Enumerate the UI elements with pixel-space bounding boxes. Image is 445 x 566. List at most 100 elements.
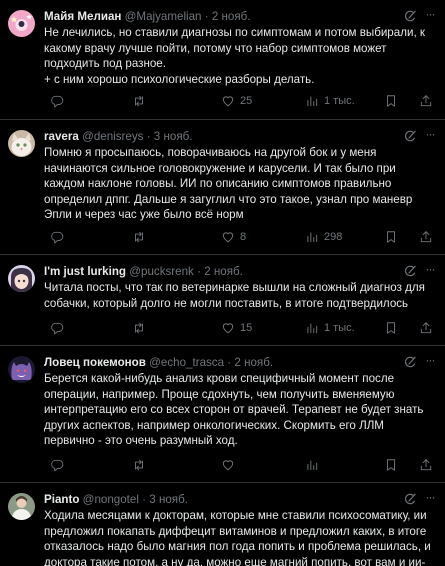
reply-icon [50,94,64,108]
like-button[interactable]: 15 [221,320,252,336]
bookmark-button[interactable] [384,320,398,336]
share-button[interactable] [419,457,433,473]
retweet-icon [132,458,146,472]
reply-icon [50,321,64,335]
like-icon [221,321,235,335]
avatar[interactable] [8,493,35,520]
username[interactable]: @nongotel [83,493,139,506]
avatar[interactable] [8,130,35,157]
like-count: 8 [240,231,247,243]
reply-icon [50,458,64,472]
reply-button[interactable] [50,93,69,109]
retweet-button[interactable] [132,229,151,245]
avatar[interactable] [8,265,35,292]
like-icon [221,94,235,108]
share-icon [419,458,433,472]
tweet[interactable]: Pianto @nongotel · 3 нояб. ··· Ходила ме… [0,483,445,566]
share-icon [419,94,433,108]
timestamp[interactable]: 3 нояб. [149,493,188,506]
display-name[interactable]: Pianto [44,493,79,506]
like-button[interactable]: 8 [221,229,246,245]
retweet-icon [132,230,146,244]
grok-icon[interactable] [403,129,418,144]
more-icon[interactable]: ··· [423,263,437,279]
like-count: 25 [240,95,253,107]
reply-button[interactable] [50,229,69,245]
tweet[interactable]: ravera @denisreys · 3 нояб. ··· Помню я … [0,120,445,255]
like-button[interactable]: 25 [221,93,252,109]
more-icon[interactable]: ··· [423,354,437,370]
display-name[interactable]: I'm just lurking [44,265,126,278]
display-name[interactable]: ravera [44,130,79,143]
reply-icon [50,230,64,244]
views-icon [305,230,319,244]
bookmark-icon [384,94,398,108]
username[interactable]: @pucksrenk [129,265,194,278]
tweet[interactable]: I'm just lurking @pucksrenk · 2 нояб. ··… [0,255,445,346]
avatar[interactable] [8,356,35,383]
share-button[interactable] [419,93,433,109]
tweet[interactable]: Ловец покемонов @echo_trasca · 2 нояб. ·… [0,346,445,483]
display-name[interactable]: Майя Мелиан [44,10,121,23]
views-count: 1 тыс. [324,95,355,107]
retweet-button[interactable] [132,320,151,336]
bookmark-icon [384,230,398,244]
like-button[interactable] [221,457,240,473]
display-name[interactable]: Ловец покемонов [44,356,146,369]
views-count: 1 тыс. [324,322,355,334]
separator: · [197,265,201,278]
views-button[interactable] [305,457,324,473]
username[interactable]: @Majyamelian [125,10,202,23]
views-icon [305,94,319,108]
timestamp[interactable]: 2 нояб. [212,10,251,23]
action-bar: 8 298 [44,229,437,245]
action-bar: 25 1 тыс. [44,93,437,109]
username[interactable]: @denisreys [82,130,143,143]
grok-icon[interactable] [403,264,418,279]
grok-icon[interactable] [403,492,418,507]
tweet-header: Pianto @nongotel · 3 нояб. [44,492,415,508]
views-icon [305,458,319,472]
grok-icon[interactable] [403,355,418,370]
bookmark-icon [384,321,398,335]
like-count: 15 [240,322,253,334]
tweet-text: Ходила месяцами к докторам, которые мне … [44,509,434,566]
bookmark-button[interactable] [384,457,398,473]
grok-icon[interactable] [403,9,418,24]
more-icon[interactable]: ··· [423,128,437,144]
share-icon [419,230,433,244]
share-button[interactable] [419,320,433,336]
timestamp[interactable]: 2 нояб. [234,356,273,369]
tweet-text: Не лечились, но ставили диагнозы по симп… [44,26,425,86]
views-button[interactable]: 1 тыс. [305,320,355,336]
action-bar [44,457,437,473]
retweet-button[interactable] [132,457,151,473]
bookmark-button[interactable] [384,229,398,245]
separator: · [204,10,209,23]
share-button[interactable] [419,229,433,245]
like-icon [221,230,235,244]
bookmark-button[interactable] [384,93,398,109]
reply-feed: Майя Мелиан @Majyamelian · 2 нояб. ··· Н… [0,0,445,566]
separator: · [227,356,232,369]
views-button[interactable]: 298 [305,229,342,245]
tweet-text: Берется какой-нибудь анализ крови специф… [44,372,427,447]
timestamp[interactable]: 3 нояб. [154,130,193,143]
tweet-header: Майя Мелиан @Majyamelian · 2 нояб. [44,9,415,25]
views-button[interactable]: 1 тыс. [305,93,355,109]
avatar[interactable] [8,10,35,37]
reply-button[interactable] [50,457,69,473]
tweet-text: Помню я просыпаюсь, поворачиваюсь на дру… [44,146,416,221]
tweet[interactable]: Майя Мелиан @Majyamelian · 2 нояб. ··· Н… [0,0,445,120]
retweet-icon [132,321,146,335]
more-icon[interactable]: ··· [423,8,437,24]
timestamp[interactable]: 2 нояб. [204,265,243,278]
views-icon [305,321,319,335]
tweet-text: Читала посты, что так по ветеринарке выш… [44,281,429,310]
reply-button[interactable] [50,320,69,336]
tweet-header: I'm just lurking @pucksrenk · 2 нояб. [44,264,415,280]
username[interactable]: @echo_trasca [149,356,224,369]
tweet-header: Ловец покемонов @echo_trasca · 2 нояб. [44,355,415,371]
more-icon[interactable]: ··· [423,491,437,507]
retweet-button[interactable] [132,93,151,109]
